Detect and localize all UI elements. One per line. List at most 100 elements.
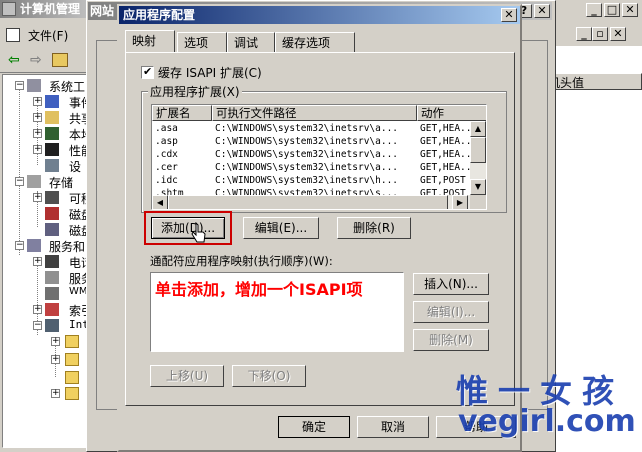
insert-button[interactable]: 插入(N)... xyxy=(413,273,489,295)
tab-cache-options-label: 缓存选项 xyxy=(282,36,331,50)
hscroll-thumb[interactable] xyxy=(168,195,448,209)
cache-isapi-checkbox[interactable]: ✔ xyxy=(141,65,154,79)
tab-options-label: 选项 xyxy=(184,36,209,50)
tree-expander[interactable]: + xyxy=(33,257,42,266)
ok-button[interactable]: 确定 xyxy=(278,416,350,438)
app-config-titlebar: 应用程序配置 xyxy=(119,6,520,24)
folder-icon xyxy=(65,335,79,348)
computer-management-titlebar: 计算机管理 xyxy=(0,0,90,18)
disk-management-icon xyxy=(45,223,59,236)
tree-expander[interactable]: + xyxy=(33,129,42,138)
scroll-corner xyxy=(470,195,486,209)
row-verbs: GET,HEA... xyxy=(420,123,472,134)
cancel-button-label: 取消 xyxy=(380,420,405,434)
remove-button[interactable]: 删除(R) xyxy=(337,217,411,239)
tree-item-device-manager[interactable]: 设 xyxy=(69,158,81,175)
scroll-left-icon[interactable]: ◀ xyxy=(152,195,168,209)
computer-management-icon xyxy=(2,2,16,16)
tree-expander[interactable]: + xyxy=(51,355,60,364)
tree-expander[interactable]: − xyxy=(33,321,42,330)
tree-expander[interactable]: − xyxy=(15,241,24,250)
table-row[interactable]: .cdx C:\WINDOWS\system32\inetsrv\a... GE… xyxy=(152,149,472,161)
local-users-icon xyxy=(45,127,59,140)
wmi-icon xyxy=(45,287,59,300)
edit-button[interactable]: 编辑(E)... xyxy=(243,217,319,239)
device-manager-icon xyxy=(45,159,59,172)
tree-expander[interactable]: + xyxy=(33,305,42,314)
app-config-title: 应用程序配置 xyxy=(123,8,196,22)
bg-minimize-button[interactable]: _ xyxy=(586,3,602,17)
tab-mappings[interactable]: 映射 xyxy=(125,30,175,52)
tree-expander[interactable]: + xyxy=(33,97,42,106)
extensions-listview[interactable]: 扩展名 可执行文件路径 动作 .asa C:\WINDOWS\system32\… xyxy=(151,104,487,210)
tab-options[interactable]: 选项 xyxy=(177,32,227,52)
telephony-icon xyxy=(45,255,59,268)
tree-expander[interactable]: + xyxy=(51,389,60,398)
child-minimize-button[interactable]: _ xyxy=(576,27,592,41)
file-menu[interactable]: 文件(F) xyxy=(4,26,74,44)
column-header-extension[interactable]: 扩展名 xyxy=(152,105,212,121)
cancel-button[interactable]: 取消 xyxy=(357,416,429,438)
table-row[interactable]: .cer C:\WINDOWS\system32\inetsrv\a... GE… xyxy=(152,162,472,174)
row-path: C:\WINDOWS\system32\inetsrv\a... xyxy=(215,136,399,147)
column-header-path[interactable]: 可执行文件路径 xyxy=(212,105,417,121)
tree-item-services-apps[interactable]: 服务和 xyxy=(49,238,85,255)
scroll-right-icon[interactable]: ▶ xyxy=(452,195,468,209)
tree-expander[interactable]: + xyxy=(51,337,60,346)
scroll-down-icon[interactable]: ▼ xyxy=(470,179,486,195)
performance-icon xyxy=(45,143,59,156)
tree-item-storage[interactable]: 存储 xyxy=(49,174,73,191)
table-row[interactable]: .asp C:\WINDOWS\system32\inetsrv\a... GE… xyxy=(152,136,472,148)
remove-wildcard-button[interactable]: 删除(M) xyxy=(413,329,489,351)
tree-expander[interactable]: + xyxy=(33,193,42,202)
table-row[interactable]: .asa C:\WINDOWS\system32\inetsrv\a... GE… xyxy=(152,123,472,135)
tree-expander[interactable]: + xyxy=(33,113,42,122)
cache-isapi-label[interactable]: 缓存 ISAPI 扩展(C) xyxy=(158,64,262,81)
up-icon[interactable] xyxy=(52,53,68,67)
vertical-scrollbar[interactable]: ▲ ▼ xyxy=(470,121,486,195)
tree-expander[interactable]: − xyxy=(15,81,24,90)
tab-debugging[interactable]: 调试 xyxy=(227,32,275,52)
row-verbs: GET,HEA... xyxy=(420,162,472,173)
website-properties-title: 网站 xyxy=(90,4,115,18)
row-extension: .idc xyxy=(155,175,178,186)
table-row[interactable]: .idc C:\WINDOWS\system32\inetsrv\h... GE… xyxy=(152,175,472,187)
website-close-button[interactable]: ✕ xyxy=(534,4,550,18)
file-menu-label: 文件(F) xyxy=(28,29,69,43)
child-close-button[interactable]: ✕ xyxy=(610,27,626,41)
app-extensions-label: 应用程序扩展(X) xyxy=(148,83,242,100)
iis-icon xyxy=(45,319,59,332)
horizontal-scrollbar[interactable]: ◀ ▶ xyxy=(152,195,470,209)
row-verbs: GET,HEA... xyxy=(420,136,472,147)
column-header-verbs[interactable]: 动作 xyxy=(417,105,486,121)
scroll-up-icon[interactable]: ▲ xyxy=(470,121,486,137)
row-extension: .asa xyxy=(155,123,178,134)
indexing-icon xyxy=(45,303,59,316)
services-apps-icon xyxy=(27,239,41,252)
app-config-close-button[interactable]: ✕ xyxy=(501,8,517,22)
child-restore-button[interactable]: ▫ xyxy=(592,27,608,41)
annotation-text: 单击添加，增加一个ISAPI项 xyxy=(155,280,363,299)
menu-doc-icon xyxy=(6,28,20,42)
scroll-thumb[interactable] xyxy=(470,137,486,163)
row-extension: .asp xyxy=(155,136,178,147)
move-up-button[interactable]: 上移(U) xyxy=(150,365,224,387)
tab-debugging-label: 调试 xyxy=(234,36,259,50)
remove-wildcard-button-label: 删除(M) xyxy=(429,333,473,347)
move-down-button[interactable]: 下移(O) xyxy=(232,365,306,387)
edit-wildcard-button[interactable]: 编辑(I)... xyxy=(413,301,489,323)
storage-icon xyxy=(27,175,41,188)
wildcard-mapping-label: 通配符应用程序映射(执行顺序)(W): xyxy=(150,254,333,268)
tree-expander[interactable]: − xyxy=(15,177,24,186)
event-viewer-icon xyxy=(45,95,59,108)
column-header-extension-label: 扩展名 xyxy=(156,106,191,120)
back-icon[interactable]: ⇦ xyxy=(8,52,20,68)
tab-cache-options[interactable]: 缓存选项 xyxy=(275,32,355,52)
tree-expander[interactable]: + xyxy=(33,145,42,154)
tree-item-system-tools[interactable]: 系统工 xyxy=(49,78,85,95)
forward-icon[interactable]: ⇨ xyxy=(30,52,42,68)
bg-maximize-button[interactable]: □ xyxy=(604,3,620,17)
bg-close-button[interactable]: ✕ xyxy=(622,3,638,17)
shared-folders-icon xyxy=(45,111,59,124)
row-path: C:\WINDOWS\system32\inetsrv\a... xyxy=(215,149,399,160)
